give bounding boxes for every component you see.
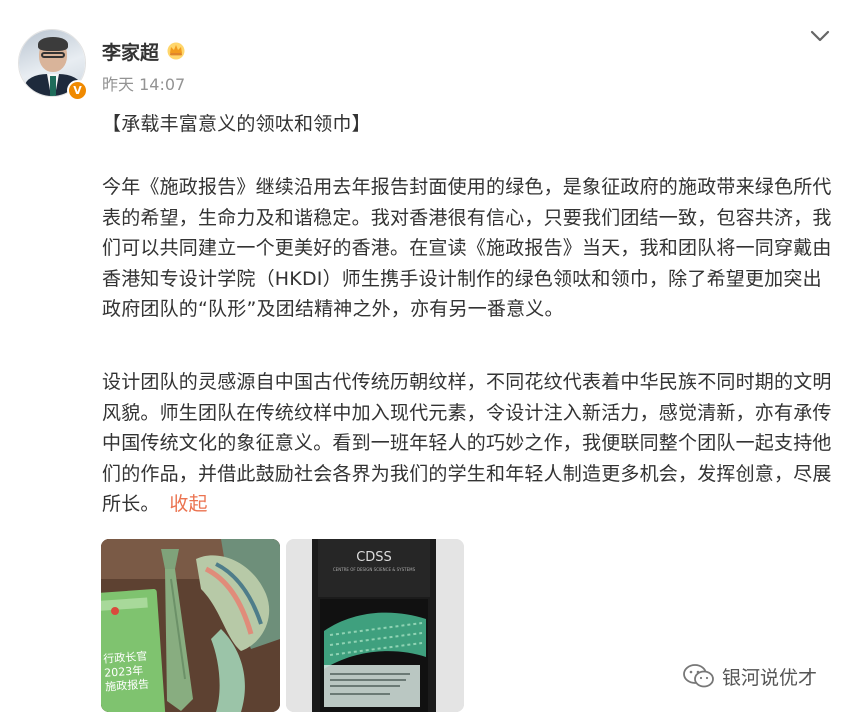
chevron-down-icon[interactable]: [808, 26, 832, 46]
box-brand: CDSS: [356, 550, 392, 565]
crown-icon: [167, 42, 185, 60]
post-paragraph-2: 设计团队的灵感源自中国古代传统历朝纹样，不同花纹代表着中华民族不同时期的文明风貌…: [102, 367, 836, 520]
post-paragraph-1: 今年《施政报告》继续沿用去年报告封面使用的绿色，是象征政府的施政带来绿色所代表的…: [102, 176, 832, 320]
wechat-icon: [683, 664, 714, 688]
post-paragraph-2-text: 设计团队的灵感源自中国古代传统历朝纹样，不同花纹代表着中华民族不同时期的文明风貌…: [102, 371, 832, 515]
author-name[interactable]: 李家超: [102, 38, 159, 65]
post-title: 【承载丰富意义的领呔和领巾】: [102, 113, 371, 135]
watermark: 银河说优才: [682, 662, 817, 690]
collapse-link[interactable]: 收起: [169, 493, 207, 515]
box-sub: CENTRE OF DESIGN SCIENCE & SYSTEMS: [333, 567, 416, 572]
photo-tie-scarf-book[interactable]: 行政长官 2023年 施政报告: [101, 539, 280, 712]
photo-tie-box[interactable]: CDSS CENTRE OF DESIGN SCIENCE & SYSTEMS: [286, 539, 464, 712]
weibo-post: V 李家超 昨天 14:07 【承载丰富意义的领呔和领巾】 今年《施政报告》继续…: [0, 0, 856, 712]
verified-badge-icon: V: [67, 80, 88, 101]
photo-tie-scarf-illustration: 行政长官 2023年 施政报告: [101, 539, 280, 712]
book-text-2: 2023年: [104, 663, 144, 680]
watermark-text: 银河说优才: [722, 666, 818, 689]
photo-tie-box-illustration: CDSS CENTRE OF DESIGN SCIENCE & SYSTEMS: [286, 539, 464, 712]
post-time[interactable]: 昨天 14:07: [102, 71, 185, 95]
